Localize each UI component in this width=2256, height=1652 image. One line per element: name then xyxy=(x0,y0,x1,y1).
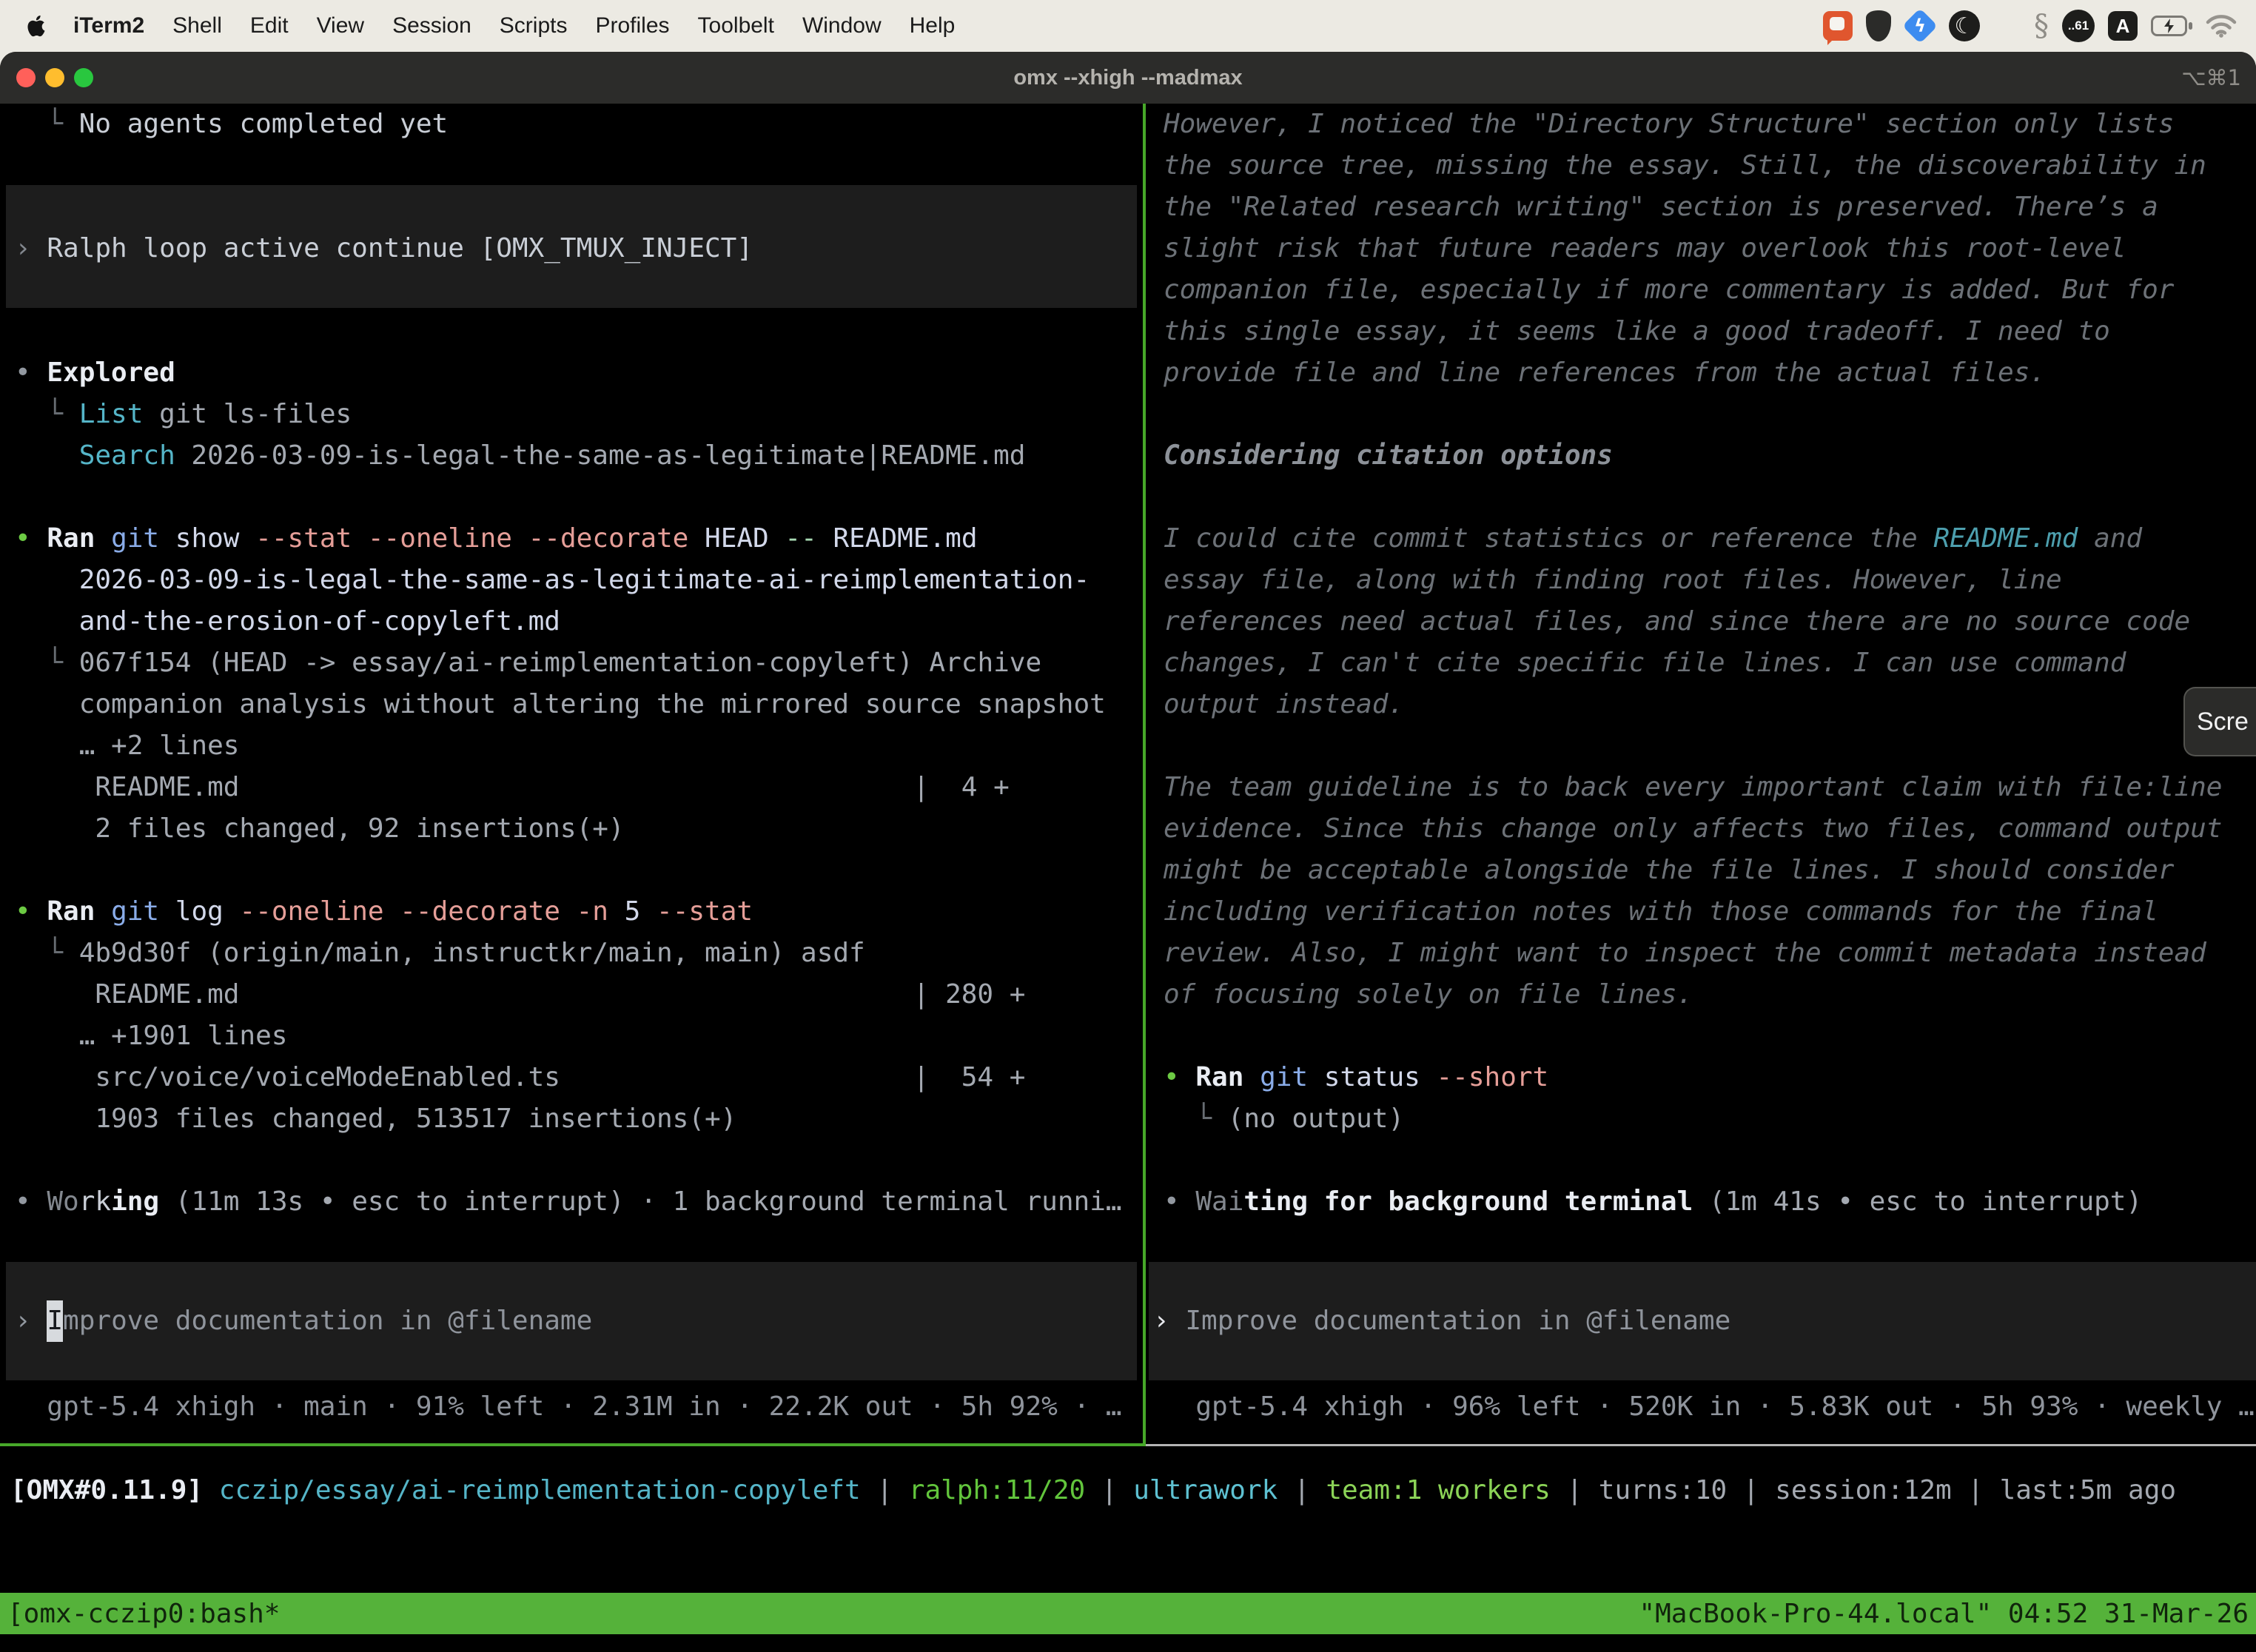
menu-item-help[interactable]: Help xyxy=(896,13,970,38)
prompt-chevron-icon: › xyxy=(1153,1306,1185,1336)
terminal-line: I could cite commit statistics or refere… xyxy=(1164,518,2256,560)
chat-icon[interactable] xyxy=(1823,11,1853,41)
terminal-line: and-the-erosion-of-copyleft.md xyxy=(15,601,1143,642)
input-text: mprove documentation in @filename xyxy=(63,1306,592,1336)
screen-overlay-label: Scre xyxy=(2197,708,2249,736)
right-terminal-pane[interactable]: However, I noticed the "Directory Struct… xyxy=(1149,104,2256,1443)
tmux-status-bar: [omx-cczip0:bash* "MacBook-Pro-44.local"… xyxy=(0,1593,2256,1634)
menu-item-scripts[interactable]: Scripts xyxy=(486,13,582,38)
section-icon[interactable]: § xyxy=(2034,9,2049,43)
menu-items: iTerm2ShellEditViewSessionScriptsProfile… xyxy=(59,13,969,38)
crescent-icon[interactable]: ☾ xyxy=(1949,10,1980,41)
terminal-line: • Explored xyxy=(15,352,1143,394)
battery-percent-icon[interactable]: ..61 xyxy=(2062,10,2095,42)
iterm-window: omx --xhigh --madmax ⌥⌘1 └ No agents com… xyxy=(0,52,2256,1652)
spark-diamond-icon[interactable]: ϟ xyxy=(1902,8,1938,44)
left-terminal-pane[interactable]: └ No agents completed yet › Ralph loop ac… xyxy=(0,104,1143,1443)
terminal-line: └ No agents completed yet xyxy=(15,104,1143,145)
omx-status-line: [OMX#0.11.9] cczip/essay/ai-reimplementa… xyxy=(10,1470,2176,1511)
terminal-line: └ 4b9d30f (origin/main, instructkr/main,… xyxy=(15,933,1143,974)
pane-divider[interactable] xyxy=(1143,104,1146,1446)
terminal-line: └ 067f154 (HEAD -> essay/ai-reimplementa… xyxy=(15,642,1143,684)
menu-item-toolbelt[interactable]: Toolbelt xyxy=(684,13,788,38)
terminal-line: essay file, along with finding root file… xyxy=(1164,560,2256,601)
terminal-line: this single essay, it seems like a good … xyxy=(1164,311,2256,352)
terminal-line: src/voice/voiceModeEnabled.ts | 54 + xyxy=(15,1057,1143,1098)
terminal-line: provide file and line references from th… xyxy=(1164,352,2256,394)
menu-item-shell[interactable]: Shell xyxy=(158,13,236,38)
terminal-line: • Ran git show --stat --oneline --decora… xyxy=(15,518,1143,560)
terminal-line: changes, I can't cite specific file line… xyxy=(1164,642,2256,684)
menubar-status-icons: ϟ ☾ § ..61 A xyxy=(1823,9,2256,43)
menu-item-profiles[interactable]: Profiles xyxy=(581,13,683,38)
terminal-line: 1903 files changed, 513517 insertions(+) xyxy=(15,1098,1143,1140)
pane-bottom-border-inactive xyxy=(1146,1444,2256,1446)
terminal-line: 2 files changed, 92 insertions(+) xyxy=(15,808,1143,850)
left-input-line: › Improve documentation in @filename xyxy=(15,1300,592,1342)
terminal-line: review. Also, I might want to inspect th… xyxy=(1164,933,2256,974)
terminal-line: └ (no output) xyxy=(1164,1098,2256,1140)
text-cursor: I xyxy=(47,1300,63,1342)
prompt-chevron-icon: › xyxy=(15,1306,47,1336)
terminal-line: … +1901 lines xyxy=(15,1015,1143,1057)
menu-item-iterm2[interactable]: iTerm2 xyxy=(59,13,158,38)
dots-grid-icon[interactable] xyxy=(1993,13,2021,40)
input-text: Improve documentation in @filename xyxy=(1185,1306,1730,1336)
apple-menu-icon[interactable] xyxy=(24,13,49,38)
tmux-host-clock: "MacBook-Pro-44.local" 04:52 31-Mar-26 xyxy=(1639,1599,2249,1629)
terminal-line: evidence. Since this change only affects… xyxy=(1164,808,2256,850)
terminal-line: … +2 lines xyxy=(15,725,1143,767)
terminal-line: However, I noticed the "Directory Struct… xyxy=(1164,104,2256,145)
terminal-line: • Ran git log --oneline --decorate -n 5 … xyxy=(15,891,1143,933)
terminal-line: companion file, especially if more comme… xyxy=(1164,269,2256,311)
left-prompt-input[interactable]: › Improve documentation in @filename xyxy=(6,1262,1137,1380)
terminal-line: └ List git ls-files xyxy=(15,394,1143,435)
terminal-line: companion analysis without altering the … xyxy=(15,684,1143,725)
terminal-line: 2026-03-09-is-legal-the-same-as-legitima… xyxy=(15,560,1143,601)
terminal-line: Search 2026-03-09-is-legal-the-same-as-l… xyxy=(15,435,1143,477)
wifi-icon[interactable] xyxy=(2206,14,2237,38)
terminal-line: README.md | 280 + xyxy=(15,974,1143,1015)
right-input-line: › Improve documentation in @filename xyxy=(1153,1300,1730,1342)
menu-item-session[interactable]: Session xyxy=(378,13,486,38)
battery-icon[interactable] xyxy=(2151,16,2192,36)
terminal-line: including verification notes with those … xyxy=(1164,891,2256,933)
terminal-line: output instead. xyxy=(1164,684,2256,725)
terminal-line: README.md | 4 + xyxy=(15,767,1143,808)
macos-menu-bar: iTerm2ShellEditViewSessionScriptsProfile… xyxy=(0,0,2256,52)
shield-grid-icon[interactable] xyxy=(1866,10,1891,41)
terminal-line: might be acceptable alongside the file l… xyxy=(1164,850,2256,891)
terminal-line: • Ran git status --short xyxy=(1164,1057,2256,1098)
terminal-line: The team guideline is to back every impo… xyxy=(1164,767,2256,808)
menu-item-view[interactable]: View xyxy=(303,13,378,38)
menu-item-window[interactable]: Window xyxy=(788,13,896,38)
terminal-line: slight risk that future readers may over… xyxy=(1164,228,2256,269)
window-title: omx --xhigh --madmax xyxy=(0,52,2256,104)
terminal-line: • Waiting for background terminal (1m 41… xyxy=(1164,1181,2256,1223)
terminal-line: of focusing solely on file lines. xyxy=(1164,974,2256,1015)
menu-item-edit[interactable]: Edit xyxy=(236,13,303,38)
pane-bottom-border-active xyxy=(0,1443,1146,1446)
terminal-line: the "Related research writing" section i… xyxy=(1164,187,2256,228)
terminal-line: › Ralph loop active continue [OMX_TMUX_I… xyxy=(15,228,1143,269)
keyboard-layout-icon[interactable]: A xyxy=(2108,11,2138,41)
right-prompt-input[interactable]: › Improve documentation in @filename xyxy=(1149,1262,2256,1380)
window-title-bar[interactable]: omx --xhigh --madmax ⌥⌘1 xyxy=(0,52,2256,104)
right-model-status: gpt-5.4 xhigh · 96% left · 520K in · 5.8… xyxy=(1164,1386,2255,1428)
screen-overlay-button[interactable]: Scre xyxy=(2183,687,2256,756)
window-shortcut-badge: ⌥⌘1 xyxy=(2181,52,2241,104)
terminal-line: references need actual files, and since … xyxy=(1164,601,2256,642)
terminal-line: the source tree, missing the essay. Stil… xyxy=(1164,145,2256,187)
left-model-status: gpt-5.4 xhigh · main · 91% left · 2.31M … xyxy=(15,1386,1122,1428)
terminal-line: Considering citation options xyxy=(1164,435,2256,477)
tmux-session-label[interactable]: [omx-cczip0:bash* xyxy=(7,1599,280,1629)
terminal-line: • Working (11m 13s • esc to interrupt) ·… xyxy=(15,1181,1143,1223)
